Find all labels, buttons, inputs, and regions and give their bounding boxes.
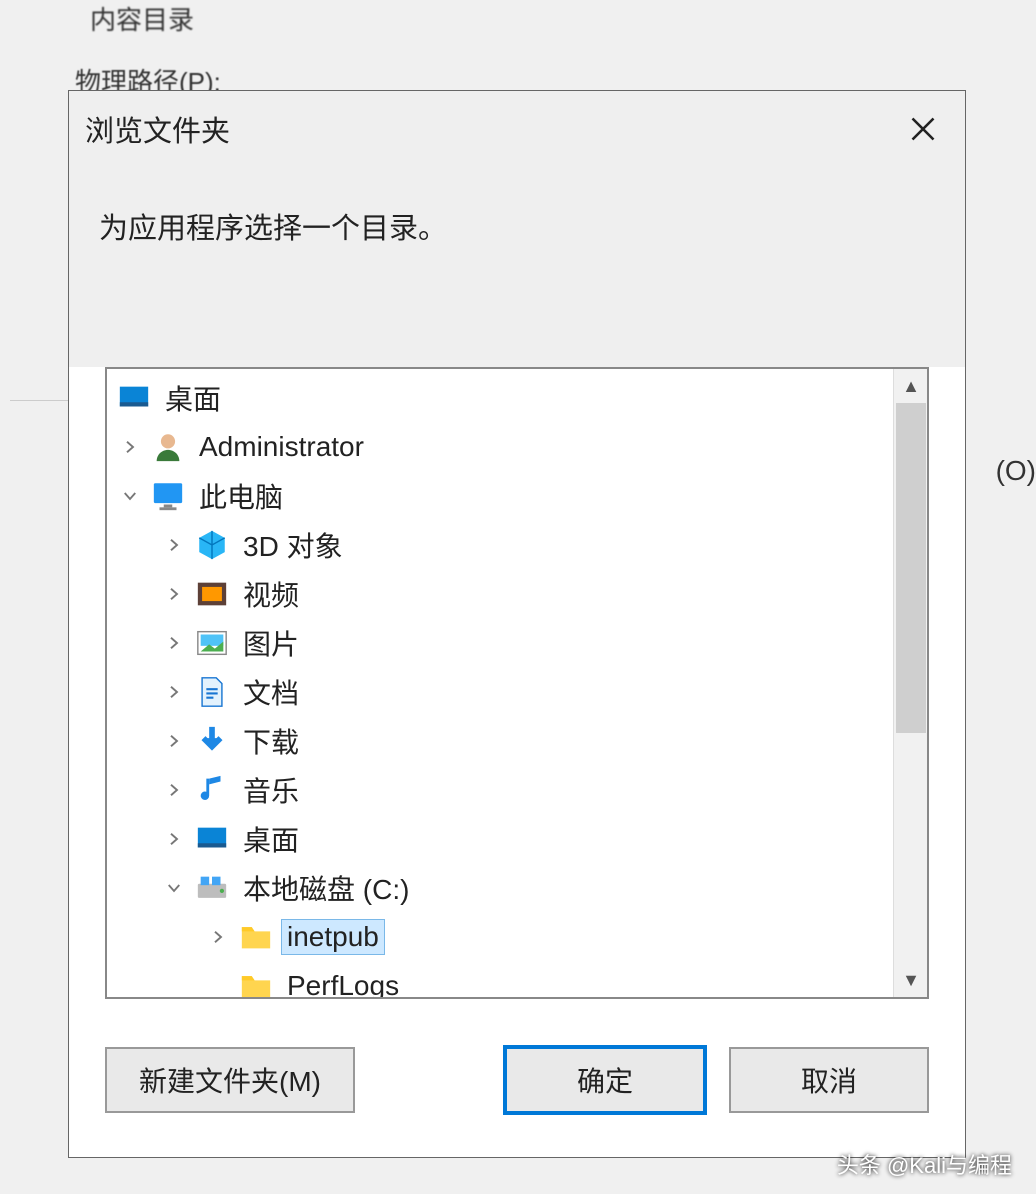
- scrollbar-thumb[interactable]: [896, 403, 926, 733]
- cancel-button[interactable]: 取消: [729, 1047, 929, 1113]
- tree-label: 本地磁盘 (C:): [237, 866, 415, 910]
- monitor-icon: [151, 479, 185, 513]
- tree-label: 音乐: [237, 768, 305, 812]
- chevron-right-icon[interactable]: [157, 577, 191, 611]
- tree-label: PerfLogs: [281, 968, 405, 998]
- desktop-icon: [195, 822, 229, 856]
- chevron-down-icon[interactable]: [113, 479, 147, 513]
- folder-icon: [239, 969, 273, 998]
- tree-node-documents[interactable]: 文档: [107, 667, 893, 716]
- close-icon: [909, 115, 937, 143]
- user-icon: [151, 430, 185, 464]
- tree-label: 文档: [237, 670, 305, 714]
- desktop-icon: [117, 381, 151, 415]
- tree-label: 此电脑: [193, 474, 289, 518]
- chevron-right-icon[interactable]: [157, 822, 191, 856]
- ok-button[interactable]: 确定: [505, 1047, 705, 1113]
- scroll-up-icon[interactable]: ▲: [894, 369, 928, 403]
- tree-node-desktop-folder[interactable]: 桌面: [107, 814, 893, 863]
- vertical-scrollbar[interactable]: ▲ ▼: [893, 369, 927, 997]
- tree-node-music[interactable]: 音乐: [107, 765, 893, 814]
- chevron-right-icon[interactable]: [113, 430, 147, 464]
- section-header: 内容目录: [90, 0, 221, 37]
- tree-label: 下载: [237, 719, 305, 763]
- chevron-right-icon[interactable]: [157, 528, 191, 562]
- tree-label: 桌面: [159, 376, 227, 420]
- tree-node-videos[interactable]: 视频: [107, 569, 893, 618]
- chevron-right-icon[interactable]: [157, 773, 191, 807]
- dialog-button-row: 新建文件夹(M) 确定 取消: [69, 999, 965, 1113]
- dialog-title: 浏览文件夹: [85, 108, 230, 150]
- right-label-fragment: (O): [996, 455, 1036, 487]
- document-icon: [195, 675, 229, 709]
- browse-folder-dialog: 浏览文件夹 为应用程序选择一个目录。 桌面 Administrator: [68, 90, 966, 1158]
- tree-label: 桌面: [237, 817, 305, 861]
- tree-label: 3D 对象: [237, 523, 349, 567]
- tree-label: inetpub: [281, 919, 385, 955]
- tree-node-inetpub[interactable]: inetpub: [107, 912, 893, 961]
- chevron-right-icon[interactable]: [201, 920, 235, 954]
- chevron-right-icon[interactable]: [157, 626, 191, 660]
- close-button[interactable]: [905, 111, 941, 147]
- tree-node-desktop-root[interactable]: 桌面: [107, 373, 893, 422]
- dialog-titlebar: 浏览文件夹: [69, 91, 965, 167]
- tree-label: 图片: [237, 621, 305, 665]
- music-icon: [195, 773, 229, 807]
- tree-label: Administrator: [193, 429, 370, 465]
- cube-icon: [195, 528, 229, 562]
- chevron-down-icon[interactable]: [157, 871, 191, 905]
- new-folder-button[interactable]: 新建文件夹(M): [105, 1047, 355, 1113]
- tree-node-pictures[interactable]: 图片: [107, 618, 893, 667]
- download-icon: [195, 724, 229, 758]
- folder-tree[interactable]: 桌面 Administrator 此电脑 3D 对象: [107, 369, 893, 997]
- video-icon: [195, 577, 229, 611]
- drive-icon: [195, 871, 229, 905]
- dialog-instruction: 为应用程序选择一个目录。: [69, 167, 965, 367]
- tree-node-3d-objects[interactable]: 3D 对象: [107, 520, 893, 569]
- folder-icon: [239, 920, 273, 954]
- panel-divider: [10, 400, 68, 401]
- folder-tree-container: 桌面 Administrator 此电脑 3D 对象: [105, 367, 929, 999]
- tree-node-administrator[interactable]: Administrator: [107, 422, 893, 471]
- scroll-down-icon[interactable]: ▼: [894, 963, 928, 997]
- tree-label: 视频: [237, 572, 305, 616]
- watermark: 头条 @Kali与编程: [837, 1148, 1012, 1180]
- tree-node-downloads[interactable]: 下载: [107, 716, 893, 765]
- tree-node-this-pc[interactable]: 此电脑: [107, 471, 893, 520]
- tree-node-perflogs[interactable]: PerfLogs: [107, 961, 893, 997]
- picture-icon: [195, 626, 229, 660]
- tree-node-local-disk-c[interactable]: 本地磁盘 (C:): [107, 863, 893, 912]
- chevron-right-icon[interactable]: [157, 675, 191, 709]
- chevron-right-icon[interactable]: [157, 724, 191, 758]
